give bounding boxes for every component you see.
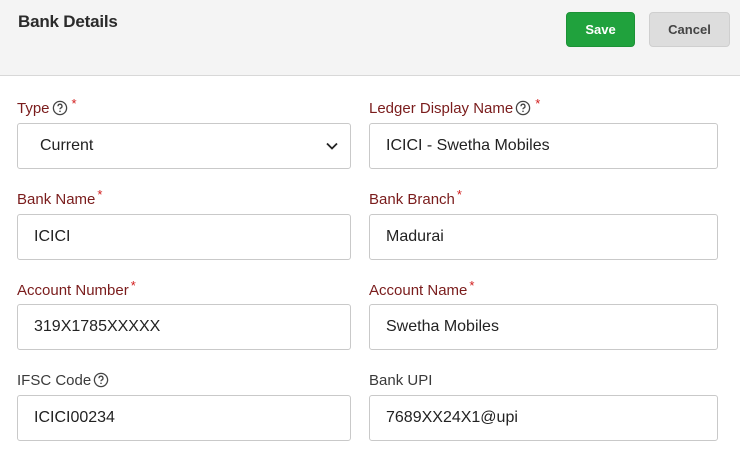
ledger-display-name-label: Ledger Display Name *: [369, 95, 541, 117]
question-circle-icon[interactable]: [93, 372, 109, 388]
bank-branch-input[interactable]: [369, 214, 718, 260]
cancel-button[interactable]: Cancel: [649, 12, 730, 47]
account-number-field: Account Number *: [17, 277, 136, 300]
bank-upi-label: Bank UPI: [369, 371, 433, 389]
required-mark: *: [130, 277, 136, 293]
ledger-display-name-field: Ledger Display Name *: [369, 95, 541, 118]
account-name-field: Account Name *: [369, 277, 475, 300]
form-header: Bank Details Save Cancel: [0, 0, 740, 76]
bank-name-field: Bank Name *: [17, 186, 103, 209]
required-mark: *: [469, 277, 475, 293]
ifsc-code-input[interactable]: [17, 395, 351, 441]
type-label: Type *: [17, 95, 77, 117]
question-circle-icon[interactable]: [52, 100, 68, 116]
bank-name-label: Bank Name *: [17, 186, 103, 208]
ledger-display-name-input[interactable]: [369, 123, 718, 169]
bank-upi-field: Bank UPI: [369, 370, 432, 390]
account-name-input[interactable]: [369, 304, 718, 350]
bank-name-input[interactable]: [17, 214, 351, 260]
chevron-down-icon: [326, 142, 338, 150]
ifsc-code-label: IFSC Code: [17, 370, 109, 390]
type-select[interactable]: Current: [17, 123, 351, 169]
bank-branch-field: Bank Branch *: [369, 186, 462, 209]
type-field: Type *: [17, 95, 77, 118]
page-title: Bank Details: [18, 12, 118, 31]
account-number-input[interactable]: [17, 304, 351, 350]
required-mark: *: [71, 95, 77, 111]
ifsc-code-field: IFSC Code: [17, 370, 109, 390]
required-mark: *: [456, 186, 462, 202]
required-mark: *: [97, 186, 103, 202]
question-circle-icon[interactable]: [515, 100, 531, 116]
required-mark: *: [535, 95, 541, 111]
account-name-label: Account Name *: [369, 277, 475, 299]
save-button[interactable]: Save: [566, 12, 635, 47]
account-number-label: Account Number *: [17, 277, 136, 299]
bank-branch-label: Bank Branch *: [369, 186, 462, 208]
bank-upi-input[interactable]: [369, 395, 718, 441]
